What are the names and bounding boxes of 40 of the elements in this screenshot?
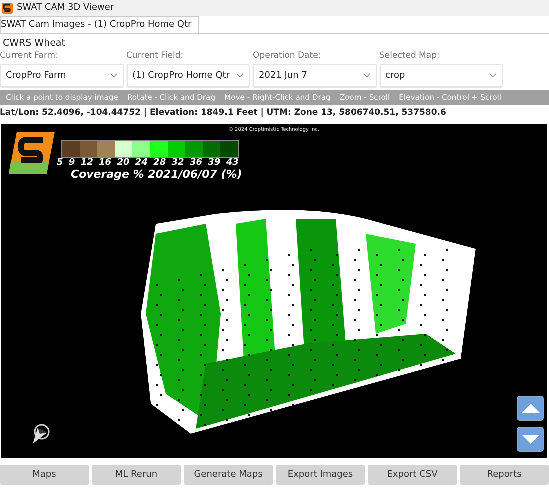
legend-tick: 24 — [135, 158, 148, 168]
field-label: Current Field: — [126, 51, 185, 61]
down-triangle-icon — [522, 435, 540, 444]
crop-name: CWRS Wheat — [2, 37, 66, 51]
chevron-icon — [489, 73, 497, 78]
legend-tick: 28 — [154, 158, 166, 168]
chevron-icon — [362, 73, 370, 78]
action-button[interactable]: Maps — [0, 465, 89, 485]
s-logo-icon — [9, 132, 55, 174]
legend-tick: 12 — [80, 158, 94, 168]
legend-tick: 9 — [68, 158, 76, 168]
legend-tick: 20 — [117, 158, 130, 168]
legend-tick: 43 — [226, 158, 239, 168]
dropdown[interactable]: crop — [380, 64, 503, 87]
legend-tick: 5 — [57, 158, 64, 168]
action-button[interactable]: Export CSV — [368, 465, 457, 485]
action-button[interactable]: ML Rerun — [92, 465, 181, 485]
dropdown[interactable]: CropPro Farm — [0, 64, 124, 87]
window-title: SWAT CAM 3D Viewer — [17, 3, 114, 13]
field-label: Selected Map: — [380, 51, 441, 61]
action-button[interactable]: Reports — [460, 465, 549, 485]
field-label: Operation Date: — [253, 51, 322, 61]
legend-tick: 39 — [208, 158, 221, 168]
up-triangle-icon — [522, 404, 540, 413]
action-button[interactable]: Export Images — [276, 465, 365, 485]
action-button[interactable]: Generate Maps — [184, 465, 273, 485]
chevron-icon — [110, 73, 118, 78]
legend-tick: 36 — [190, 158, 202, 168]
dropdown[interactable]: (1) CropPro Home Qtr — [126, 64, 250, 87]
up-arrow-button[interactable] — [517, 396, 544, 421]
legend-tick: 32 — [172, 158, 184, 168]
down-arrow-button[interactable] — [517, 427, 544, 452]
tab[interactable]: SWAT Cam Images - (1) CropPro Home Qtr — [0, 16, 199, 33]
dropdown[interactable]: 2021 Jun 7 — [253, 64, 376, 87]
app-logo-icon — [2, 2, 13, 14]
legend-tick: 16 — [99, 158, 112, 168]
legend-title: Coverage % 2021/06/07 (%) — [71, 168, 242, 181]
chevron-icon — [236, 73, 244, 78]
position-info: Lat/Lon: 52.4096, -104.44752 | Elevation: 1849.1 Feet | UTM: Zone 13, 5806740.51, 537580.6 — [0, 106, 448, 120]
field-label: Current Farm: — [0, 51, 60, 61]
